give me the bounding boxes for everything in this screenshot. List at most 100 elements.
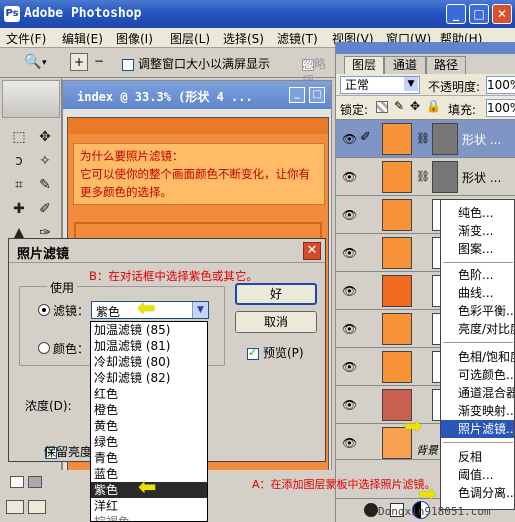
eye-icon[interactable]: 👁 xyxy=(342,170,357,184)
eye-icon[interactable]: 👁 xyxy=(342,398,357,412)
menu-item[interactable]: 色相/饱和度... xyxy=(441,348,514,366)
menu-item[interactable]: 图案... xyxy=(441,240,514,258)
dropdown-option[interactable]: 橙色 xyxy=(91,402,207,418)
chevron-down-icon[interactable]: ▾ xyxy=(42,58,47,68)
layer-thumbnail xyxy=(382,237,412,269)
zoom-out-icon[interactable]: − xyxy=(90,53,108,71)
layer-name: 形状 ... xyxy=(462,171,502,185)
doc-maximize-button[interactable]: □ xyxy=(309,87,325,103)
minimize-button[interactable]: _ xyxy=(446,4,466,24)
filter-radio[interactable] xyxy=(38,304,50,316)
annotation-a: A：在添加图层蒙板中选择照片滤镜。 xyxy=(252,478,436,491)
color-radio[interactable] xyxy=(38,342,50,354)
yellow-arrow-icon: ⬅ xyxy=(137,296,156,321)
eye-icon[interactable]: 👁 xyxy=(342,246,357,260)
dropdown-option[interactable]: 红色 xyxy=(91,386,207,402)
app-title-bar: Ps Adobe Photoshop _ □ ✕ xyxy=(0,0,515,28)
ok-button[interactable]: 好 xyxy=(235,283,317,305)
dropdown-option[interactable]: 青色 xyxy=(91,450,207,466)
menu-item[interactable]: 阈值... xyxy=(441,466,514,484)
dropdown-option[interactable]: 绿色 xyxy=(91,434,207,450)
menu-item[interactable]: 色调分离... xyxy=(441,484,514,502)
fill-input[interactable]: 100% xyxy=(486,99,515,117)
dialog-hint: B：在对话框中选择紫色或其它。 xyxy=(89,269,258,283)
opacity-input[interactable]: 100% xyxy=(486,76,515,94)
menu-item[interactable]: 可选颜色... xyxy=(441,366,514,384)
menu-item[interactable]: 反相 xyxy=(441,448,514,466)
lock-transparency-icon[interactable] xyxy=(376,101,388,113)
chevron-down-icon[interactable]: ▼ xyxy=(192,302,208,318)
crop-tool-icon[interactable]: ⌗ xyxy=(8,174,30,196)
dropdown-option[interactable]: 棕褐色 xyxy=(91,514,207,521)
maximize-button[interactable]: □ xyxy=(469,4,489,24)
layer-mask-thumbnail xyxy=(432,161,458,193)
menu-item[interactable]: 曲线... xyxy=(441,284,514,302)
menu-item-selected[interactable]: 照片滤镜... xyxy=(441,420,514,438)
layer-thumbnail xyxy=(382,275,412,307)
doc-minimize-button[interactable]: _ xyxy=(289,87,305,103)
layer-row[interactable]: 👁 ⛓ 形状 ... xyxy=(336,158,515,196)
menu-edit[interactable]: 编辑(E) xyxy=(62,30,103,47)
menu-item[interactable]: 亮度/对比度... xyxy=(441,320,514,338)
chain-link-icon: ⛓ xyxy=(416,170,430,183)
layer-row[interactable]: 👁 ✐ ⛓ 形状 ... xyxy=(336,120,515,158)
layer-mask-thumbnail xyxy=(432,123,458,155)
menu-item[interactable]: 通道混合器... xyxy=(441,384,514,402)
close-button[interactable]: ✕ xyxy=(492,4,512,24)
menu-item[interactable]: 纯色... xyxy=(441,204,514,222)
eye-icon[interactable]: 👁 xyxy=(342,360,357,374)
slice-tool-icon[interactable]: ✎ xyxy=(34,174,56,196)
eye-icon[interactable]: 👁 xyxy=(342,208,357,222)
dropdown-option[interactable]: 冷却滤镜 (80) xyxy=(91,354,207,370)
move-tool-icon[interactable]: ✥ xyxy=(34,126,56,148)
adjustment-layer-menu: 纯色... 渐变... 图案... 色阶... 曲线... 色彩平衡... 亮度… xyxy=(440,199,515,510)
menu-item[interactable]: 渐变... xyxy=(441,222,514,240)
eye-icon[interactable]: 👁 xyxy=(342,284,357,298)
eye-icon[interactable]: 👁 xyxy=(342,132,357,146)
photoshop-app-icon: Ps xyxy=(4,6,20,22)
menu-separator xyxy=(443,342,513,343)
zoom-tool-icon[interactable]: 🔍 xyxy=(24,54,41,70)
lock-move-icon[interactable]: ✥ xyxy=(410,99,420,113)
add-style-icon[interactable] xyxy=(364,503,378,517)
lock-all-icon[interactable]: 🔒 xyxy=(426,99,441,113)
dialog-close-icon[interactable]: ✕ xyxy=(303,242,321,260)
lasso-tool-icon[interactable]: ↄ xyxy=(8,150,30,172)
dropdown-option[interactable]: 黄色 xyxy=(91,418,207,434)
dropdown-option[interactable]: 加温滤镜 (81) xyxy=(91,338,207,354)
keep-luminosity-label: 保留亮度 xyxy=(44,445,93,459)
menu-layer[interactable]: 图层(L) xyxy=(170,30,210,47)
menu-filter[interactable]: 滤镜(T) xyxy=(277,30,318,47)
menu-file[interactable]: 文件(F) xyxy=(6,30,46,47)
standard-mode-icon[interactable] xyxy=(10,476,24,488)
options-bar: 🔍 ▾ + − 调整窗口大小以满屏显示 忽略调 xyxy=(0,48,335,88)
menu-select[interactable]: 选择(S) xyxy=(223,30,264,47)
chevron-down-icon[interactable]: ▼ xyxy=(404,77,418,91)
brush-tool-icon[interactable]: ✐ xyxy=(34,198,56,220)
tab-channels[interactable]: 通道 xyxy=(384,56,426,74)
healing-brush-icon[interactable]: ✚ xyxy=(8,198,30,220)
fit-window-checkbox[interactable] xyxy=(122,58,134,71)
dropdown-option[interactable]: 冷却滤镜 (82) xyxy=(91,370,207,386)
tab-paths[interactable]: 路径 xyxy=(426,56,466,74)
dropdown-option[interactable]: 加温滤镜 (85) xyxy=(91,322,207,338)
zoom-in-icon[interactable]: + xyxy=(70,53,88,71)
menu-image[interactable]: 图像(I) xyxy=(116,30,153,47)
panel-title-strip xyxy=(336,42,515,54)
eye-icon[interactable]: 👁 xyxy=(342,436,357,450)
screen-mode-icon[interactable] xyxy=(6,500,24,514)
preview-checkbox[interactable] xyxy=(247,346,259,360)
menu-item[interactable]: 渐变映射... xyxy=(441,402,514,420)
eye-icon[interactable]: 👁 xyxy=(342,322,357,336)
tab-layers[interactable]: 图层 xyxy=(344,56,384,74)
marquee-tool-icon[interactable]: ⬚ xyxy=(8,126,30,148)
menu-item[interactable]: 色阶... xyxy=(441,266,514,284)
cancel-button[interactable]: 取消 xyxy=(235,311,317,333)
lock-brush-icon[interactable]: ✎ xyxy=(394,99,404,113)
menu-item[interactable]: 色彩平衡... xyxy=(441,302,514,320)
dropdown-option[interactable]: 洋红 xyxy=(91,498,207,514)
quickmask-mode-icon[interactable] xyxy=(28,476,42,488)
layer-thumbnail xyxy=(382,123,412,155)
fullscreen-mode-icon[interactable] xyxy=(28,500,46,514)
magic-wand-icon[interactable]: ✧ xyxy=(34,150,56,172)
